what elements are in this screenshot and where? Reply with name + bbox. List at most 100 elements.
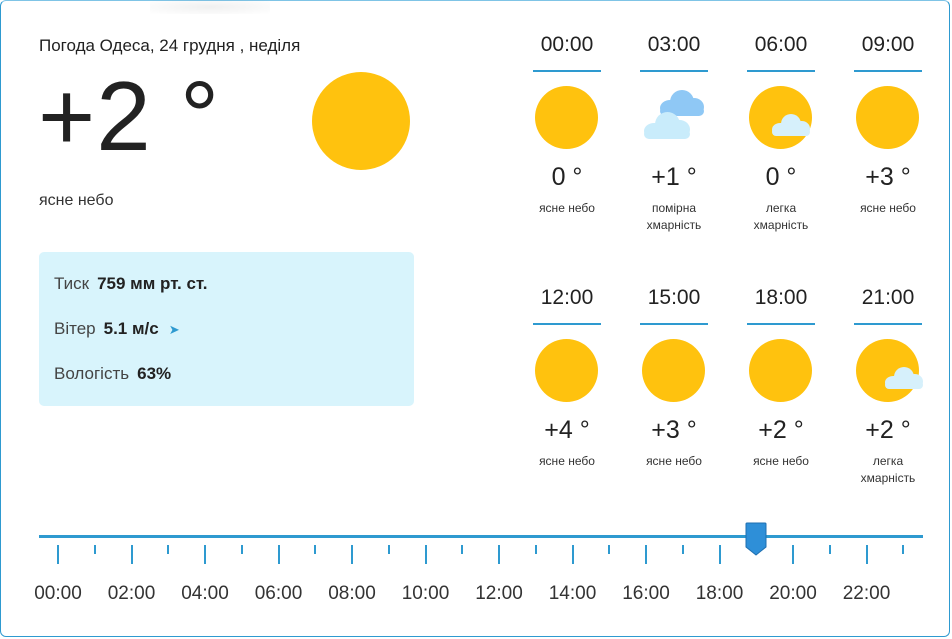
time-slider-tick (204, 545, 206, 564)
sun-icon (741, 337, 821, 403)
pressure-label: Тиск (54, 274, 90, 293)
hour-description: ясне небо (539, 201, 595, 215)
hour-divider (854, 70, 922, 72)
hour-divider (533, 323, 601, 325)
hour-time: 15:00 (647, 286, 701, 309)
humidity-value: 63% (137, 364, 172, 383)
hour-forecast-item: 03:00 +1 ° помірна хмарність (634, 32, 714, 234)
time-slider-tick (681, 545, 684, 554)
time-slider-track[interactable] (39, 535, 923, 538)
time-slider-tick (498, 545, 500, 564)
time-slider-label: 02:00 (107, 583, 156, 604)
hour-description: помірна хмарність (646, 201, 702, 232)
sun-icon (535, 339, 598, 402)
time-slider-thumb[interactable] (745, 522, 767, 556)
time-slider-label: 12:00 (475, 583, 523, 604)
sun-icon (848, 84, 928, 150)
sun-icon (634, 337, 714, 403)
hour-forecast-item: 09:00 +3 ° ясне небо (848, 32, 928, 217)
hour-temperature: +1 ° (651, 163, 697, 191)
sun-icon (749, 339, 812, 402)
time-slider-tick (865, 545, 868, 564)
time-slider-label: 22:00 (842, 583, 891, 604)
hour-time: 03:00 (647, 33, 701, 56)
time-slider-tick (828, 545, 831, 554)
sun-cloud-icon (848, 337, 928, 403)
time-slider-label: 14:00 (548, 583, 597, 604)
time-slider-tick (424, 545, 427, 564)
current-temperature: +2 ° (38, 61, 221, 171)
time-slider-label: 16:00 (622, 583, 670, 604)
hour-time: 00:00 (540, 33, 594, 56)
hour-temperature: +3 ° (651, 416, 697, 444)
hour-description: ясне небо (539, 454, 595, 468)
hour-forecast-item: 06:00 0 ° легка хмарність (741, 32, 821, 234)
hour-forecast-item: 12:00 +4 ° ясне небо (527, 285, 607, 470)
time-slider-tick (93, 545, 96, 554)
hour-description: ясне небо (753, 454, 809, 468)
time-slider-tick (130, 545, 133, 564)
hour-time: 12:00 (540, 286, 594, 309)
hour-forecast-item: 21:00 +2 ° легка хмарність (848, 285, 928, 487)
time-slider-tick (608, 545, 611, 554)
time-slider-tick (277, 545, 280, 564)
hour-divider (747, 70, 815, 72)
hour-temperature: +2 ° (758, 416, 804, 444)
clouds-icon (634, 84, 714, 150)
time-slider-label: 00:00 (34, 583, 82, 604)
sun-icon (535, 86, 598, 149)
hour-time: 18:00 (754, 286, 808, 309)
time-slider-label: 08:00 (328, 583, 376, 604)
time-slider-tick (167, 545, 170, 554)
time-slider-tick (314, 545, 317, 554)
time-slider-tick (240, 545, 243, 554)
time-slider-label: 06:00 (254, 583, 303, 604)
hour-temperature: +2 ° (865, 416, 911, 444)
hour-divider (747, 323, 815, 325)
pressure-row: Тиск 759 мм рт. ст. (54, 274, 208, 294)
hour-temperature: 0 ° (551, 163, 583, 191)
time-slider-tick (645, 545, 647, 564)
hour-divider (640, 323, 708, 325)
wind-label: Вітер (54, 319, 96, 338)
sun-cloud-icon (741, 84, 821, 150)
time-slider-tick (534, 545, 537, 554)
hour-divider (533, 70, 601, 72)
time-slider-tick (792, 545, 794, 564)
wind-row: Вітер 5.1 м/с ➤ (54, 319, 180, 339)
hour-time: 21:00 (861, 286, 915, 309)
hour-temperature: +4 ° (544, 416, 590, 444)
hour-description: легка хмарність (860, 454, 916, 485)
details-panel: Тиск 759 мм рт. ст. Вітер 5.1 м/с ➤ Вологіс… (39, 252, 414, 406)
time-slider-tick (57, 545, 59, 564)
time-slider-tick (387, 545, 390, 554)
pressure-value: 759 мм рт. ст. (97, 274, 208, 293)
hour-time: 06:00 (754, 33, 808, 56)
time-slider-label: 04:00 (181, 583, 229, 604)
time-slider-tick (902, 545, 905, 554)
sun-icon (527, 84, 607, 150)
humidity-row: Вологість 63% (54, 364, 171, 384)
hour-description: легка хмарність (753, 201, 809, 232)
time-slider-tick (461, 545, 464, 554)
hour-description: ясне небо (860, 201, 916, 215)
time-slider-label: 18:00 (695, 583, 744, 604)
humidity-label: Вологість (54, 364, 130, 383)
sun-icon (856, 86, 919, 149)
time-slider-label: 10:00 (401, 583, 450, 604)
hour-temperature: 0 ° (765, 163, 797, 191)
sun-icon (312, 72, 410, 170)
page-title: Погода Одеса, 24 грудня , неділя (39, 36, 301, 55)
hour-forecast-item: 00:00 0 ° ясне небо (527, 32, 607, 217)
hour-divider (640, 70, 708, 72)
wind-value: 5.1 м/с (103, 319, 159, 338)
sun-icon (527, 337, 607, 403)
hour-time: 09:00 (861, 33, 915, 56)
wind-direction-icon: ➤ (168, 322, 180, 337)
top-shadow (150, 0, 270, 14)
time-slider-tick (718, 545, 721, 564)
current-description: ясне небо (39, 192, 114, 209)
hour-forecast-item: 18:00 +2 ° ясне небо (741, 285, 821, 470)
time-slider-tick (571, 545, 574, 564)
hour-forecast-item: 15:00 +3 ° ясне небо (634, 285, 714, 470)
